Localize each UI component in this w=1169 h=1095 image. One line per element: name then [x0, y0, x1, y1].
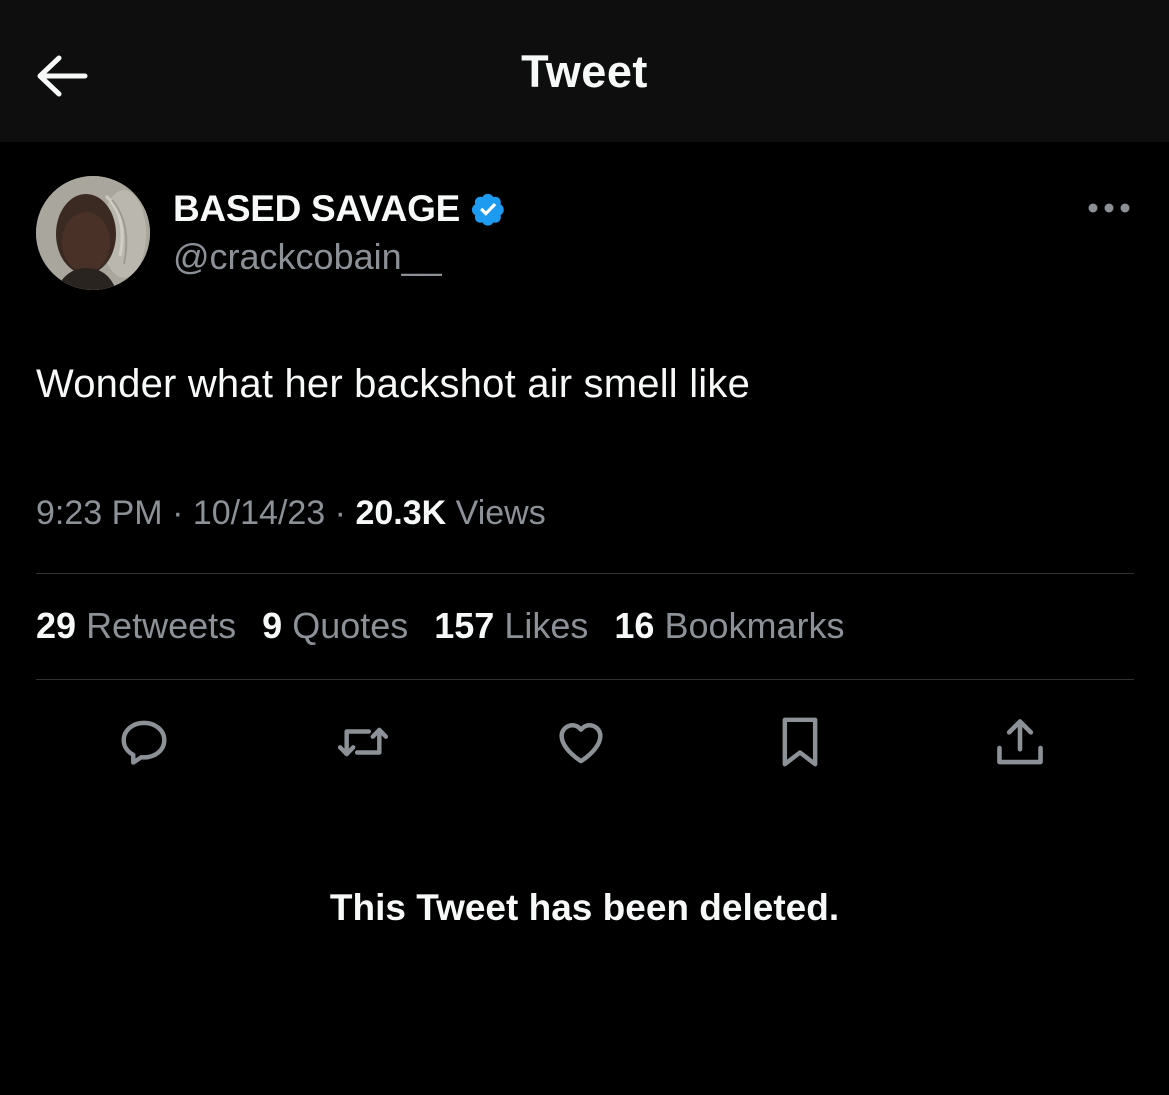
- bookmark-icon: [782, 717, 818, 767]
- stat-count: 9: [262, 605, 283, 646]
- tweet-meta: 9:23 PM · 10/14/23 · 20.3K Views: [36, 494, 546, 533]
- author-name[interactable]: BASED SAVAGE: [173, 188, 460, 230]
- like-icon: [559, 723, 603, 764]
- likes-stat[interactable]: 157 Likes: [434, 605, 588, 647]
- stat-label: Quotes: [292, 605, 409, 646]
- tweet-time[interactable]: 9:23 PM: [36, 494, 163, 532]
- tweet-date[interactable]: 10/14/23: [193, 494, 325, 532]
- stat-count: 16: [614, 605, 655, 646]
- deleted-notice: This Tweet has been deleted.: [329, 887, 840, 928]
- meta-separator: ·: [172, 494, 184, 532]
- reply-icon: [121, 720, 167, 765]
- divider: [36, 573, 1134, 574]
- more-dots-icon: [1088, 203, 1130, 213]
- stat-label: Retweets: [86, 605, 237, 646]
- bookmarks-stat[interactable]: 16 Bookmarks: [614, 605, 844, 647]
- quotes-stat[interactable]: 9 Quotes: [262, 605, 408, 647]
- top-bar: Tweet: [0, 0, 1169, 142]
- stat-count: 29: [36, 605, 77, 646]
- views-count: 20.3K: [355, 494, 447, 532]
- retweets-stat[interactable]: 29 Retweets: [36, 605, 236, 647]
- page-title: Tweet: [521, 46, 648, 97]
- stat-label: Bookmarks: [664, 605, 845, 646]
- retweet-icon: [337, 727, 389, 757]
- bookmark-button[interactable]: [770, 712, 830, 772]
- meta-separator: ·: [334, 494, 346, 532]
- share-button[interactable]: [990, 712, 1050, 772]
- engagement-stats: 29 Retweets 9 Quotes 157 Likes 16 Bookma…: [36, 605, 871, 647]
- retweet-button[interactable]: [333, 712, 393, 772]
- verified-badge-icon: [470, 191, 506, 227]
- like-button[interactable]: [551, 712, 611, 772]
- stat-label: Likes: [504, 605, 589, 646]
- avatar-image: [36, 176, 150, 290]
- share-icon: [997, 719, 1043, 765]
- stat-count: 157: [434, 605, 495, 646]
- tweet-text: Wonder what her backshot air smell like: [36, 362, 751, 406]
- divider: [36, 679, 1134, 680]
- avatar[interactable]: [36, 176, 150, 290]
- author-handle[interactable]: @crackcobain__: [173, 236, 442, 278]
- more-options-button[interactable]: [1080, 190, 1138, 226]
- author-name-row[interactable]: BASED SAVAGE: [173, 186, 506, 232]
- views-label: Views: [455, 494, 546, 532]
- reply-button[interactable]: [114, 712, 174, 772]
